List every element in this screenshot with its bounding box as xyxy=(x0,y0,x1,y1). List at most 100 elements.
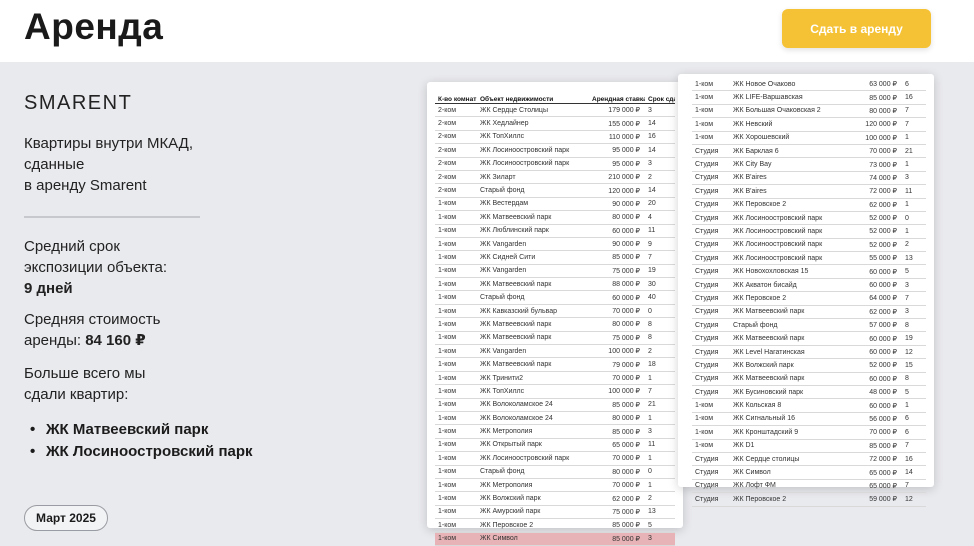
cell-term: 14 xyxy=(645,183,675,198)
cell-rooms: 1-ком xyxy=(435,264,477,279)
cell-rate: 90 000 ₽ xyxy=(589,237,645,252)
table-row: Студия ЖК Акватон бисайд 60 000 ₽3 xyxy=(692,278,926,293)
cell-rooms: 1-ком xyxy=(435,384,477,399)
cell-rate: 60 000 ₽ xyxy=(846,331,902,346)
table-row: Студия ЖК Матвеевский парк 60 000 ₽8 xyxy=(692,372,926,386)
table-row: 1-ком ЖК Vangarden 100 000 ₽2 xyxy=(435,344,675,359)
cell-rooms: Студия xyxy=(692,157,730,172)
table-row: 1-ком ЖК Перовское 2 85 000 ₽5 xyxy=(435,518,675,533)
table-row: Студия ЖК Лосиноостровский парк 52 000 ₽1 xyxy=(692,224,926,239)
cell-object: ЖК Перовское 2 xyxy=(477,518,589,533)
cell-rooms: 1-ком xyxy=(692,117,730,132)
cell-term: 7 xyxy=(902,104,926,119)
cell-term: 0 xyxy=(645,304,675,319)
cell-term: 18 xyxy=(645,357,675,372)
table-row: Студия ЖК Новохохловская 15 60 000 ₽5 xyxy=(692,264,926,279)
table-header-row: К-во комнат Объект недвижимости Арендная… xyxy=(435,86,675,104)
cell-rate: 59 000 ₽ xyxy=(846,492,902,507)
cell-term: 3 xyxy=(645,424,675,439)
cell-rate: 90 000 ₽ xyxy=(589,197,645,212)
table-row: Студия ЖК Перовское 2 59 000 ₽12 xyxy=(692,492,926,507)
cell-rooms: 2-ком xyxy=(435,170,477,185)
cell-rooms: 1-ком xyxy=(435,465,477,479)
cell-object: ЖК Барклая 6 xyxy=(730,144,846,159)
cell-rooms: 1-ком xyxy=(435,357,477,372)
cell-object: ЖК Волжский парк xyxy=(730,358,846,373)
cell-rooms: 1-ком xyxy=(435,317,477,332)
rent-out-button[interactable]: Сдать в аренду xyxy=(782,9,931,48)
cell-rooms: 2-ком xyxy=(435,130,477,145)
table-row: 1-ком ЖК Метрополия 70 000 ₽1 xyxy=(435,478,675,493)
cell-rooms: 1-ком xyxy=(435,224,477,238)
cell-object: ЖК Перовское 2 xyxy=(730,291,846,306)
cell-object: Старый фонд xyxy=(477,183,589,198)
table-row: 1-ком ЖК Матвеевский парк 80 000 ₽8 xyxy=(435,317,675,332)
column-header-object: Объект недвижимости xyxy=(477,86,589,104)
cell-rate: 120 000 ₽ xyxy=(589,183,645,198)
cell-rate: 155 000 ₽ xyxy=(589,116,645,131)
table-row: 1-ком ЖК Волоколамское 24 85 000 ₽21 xyxy=(435,398,675,412)
cell-rate: 60 000 ₽ xyxy=(589,290,645,305)
cell-term: 21 xyxy=(645,398,675,412)
cell-rate: 70 000 ₽ xyxy=(846,425,902,440)
cell-rate: 60 000 ₽ xyxy=(846,264,902,279)
cell-object: ЖК Лосиноостровский парк xyxy=(730,211,846,226)
cell-term: 3 xyxy=(902,305,926,320)
table-row: Студия ЖК Level Нагатинская 60 000 ₽12 xyxy=(692,345,926,360)
table-row: 1-ком ЖК Vangarden 90 000 ₽9 xyxy=(435,237,675,252)
date-badge: Март 2025 xyxy=(24,505,108,531)
cell-rooms: 1-ком xyxy=(435,250,477,265)
cell-rooms: Студия xyxy=(692,238,730,253)
cell-rate: 60 000 ₽ xyxy=(846,372,902,386)
cell-object: ЖК Символ xyxy=(477,532,589,546)
cell-term: 8 xyxy=(645,331,675,346)
table-row: 1-ком ЖК Волжский парк 62 000 ₽2 xyxy=(435,491,675,506)
table-row: Студия ЖК Бусиновский парк 48 000 ₽5 xyxy=(692,385,926,400)
cell-rate: 70 000 ₽ xyxy=(589,478,645,493)
cell-term: 6 xyxy=(902,425,926,440)
top-bar: Аренда Сдать в аренду xyxy=(0,0,974,62)
subtitle-line: Квартиры внутри МКАД, xyxy=(24,135,194,152)
cell-term: 0 xyxy=(645,465,675,479)
table-row: 1-ком ЖК Лосиноостровский парк 70 000 ₽1 xyxy=(435,451,675,466)
cell-rooms: 1-ком xyxy=(692,398,730,413)
cell-rooms: Студия xyxy=(692,331,730,346)
table-row: Студия Старый фонд 57 000 ₽8 xyxy=(692,318,926,333)
cell-rate: 62 000 ₽ xyxy=(589,491,645,506)
cell-rooms: Студия xyxy=(692,171,730,186)
cell-rooms: Студия xyxy=(692,211,730,226)
cell-rate: 85 000 ₽ xyxy=(589,518,645,533)
cell-rooms: 1-ком xyxy=(692,439,730,453)
cell-object: Старый фонд xyxy=(730,318,846,333)
table-row: 1-ком ЖК Тринити2 70 000 ₽1 xyxy=(435,371,675,386)
cell-rate: 85 000 ₽ xyxy=(589,424,645,439)
cell-rooms: Студия xyxy=(692,278,730,293)
cell-object: ЖК Метрополия xyxy=(477,424,589,439)
cell-term: 40 xyxy=(645,290,675,305)
cell-rooms: Студия xyxy=(692,184,730,199)
cell-rate: 60 000 ₽ xyxy=(589,224,645,238)
cell-rooms: Студия xyxy=(692,452,730,467)
cell-term: 1 xyxy=(645,478,675,493)
cell-term: 3 xyxy=(645,103,675,118)
cell-object: ЖК Лосиноостровский парк xyxy=(477,157,589,171)
cell-object: ЖК Vangarden xyxy=(477,264,589,279)
cell-rooms: Студия xyxy=(692,372,730,386)
table-row: 1-ком ЖК Матвеевский парк 75 000 ₽8 xyxy=(435,331,675,346)
cell-object: ЖК Матвеевский парк xyxy=(730,372,846,386)
table-row: 1-ком Старый фонд 60 000 ₽40 xyxy=(435,290,675,305)
cell-object: ЖК Хорошевский xyxy=(730,131,846,145)
cell-rate: 79 000 ₽ xyxy=(589,357,645,372)
cell-term: 11 xyxy=(645,224,675,238)
cell-rooms: Студия xyxy=(692,465,730,480)
cell-object: ЖК Невский xyxy=(730,117,846,132)
cell-rate: 63 000 ₽ xyxy=(846,78,902,92)
cell-rooms: Студия xyxy=(692,264,730,279)
avg-exposure-value: 9 дней xyxy=(24,280,73,297)
table-row: 2-ком ЖК Сердце Столицы 179 000 ₽3 xyxy=(435,103,675,118)
cell-object: ЖК Волжский парк xyxy=(477,491,589,506)
cell-rate: 52 000 ₽ xyxy=(846,211,902,226)
cell-term: 15 xyxy=(902,358,926,373)
cell-rooms: 2-ком xyxy=(435,103,477,118)
cell-term: 12 xyxy=(902,345,926,360)
